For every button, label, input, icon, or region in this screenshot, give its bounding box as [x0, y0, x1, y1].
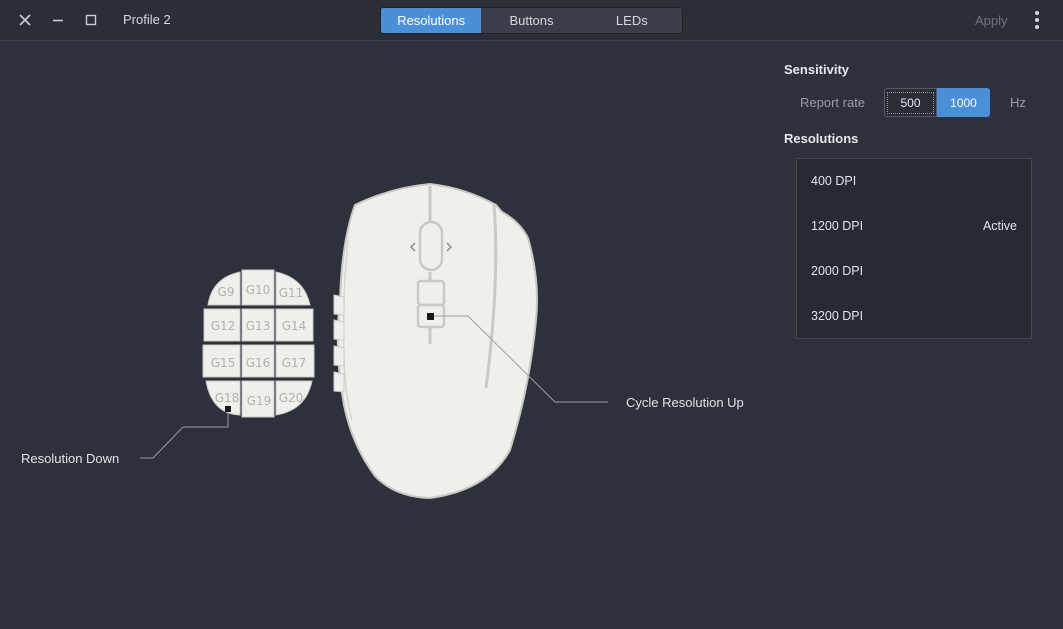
- resolution-active-label: Active: [982, 219, 1017, 233]
- resolutions-list: 400 DPI 1200 DPI Active 2000 DPI 3200 DP…: [796, 158, 1032, 339]
- minimize-icon: [53, 19, 63, 22]
- window-title: Profile 2: [123, 12, 171, 27]
- scroll-wheel: [418, 220, 444, 272]
- tab-buttons[interactable]: Buttons: [481, 8, 581, 33]
- apply-button[interactable]: Apply: [975, 13, 1008, 28]
- resolution-down-marker: [225, 406, 231, 412]
- maximize-icon: [85, 14, 97, 26]
- dpi-button-upper: [416, 279, 446, 307]
- resolution-down-label: Resolution Down: [21, 451, 120, 466]
- key-g9[interactable]: G9: [218, 285, 235, 299]
- cycle-resolution-marker: [427, 313, 434, 320]
- sensitivity-heading: Sensitivity: [784, 62, 850, 77]
- mouse-diagram: G9 G10 G11 G12 G13 G14 G15 G16 G17 G18 G…: [140, 182, 608, 500]
- key-g17[interactable]: G17: [282, 356, 307, 370]
- close-icon: [19, 14, 31, 26]
- key-g11[interactable]: G11: [279, 286, 304, 300]
- vertical-dots-icon: [1027, 11, 1047, 29]
- report-rate-500-label: 500: [887, 91, 934, 114]
- resolution-value: 1200 DPI: [811, 219, 864, 233]
- resolution-row-1200[interactable]: 1200 DPI Active: [797, 204, 1031, 249]
- report-rate-1000-button[interactable]: 1000: [937, 88, 990, 117]
- resolutions-heading: Resolutions: [784, 131, 859, 146]
- key-g14[interactable]: G14: [282, 319, 307, 333]
- close-button[interactable]: [13, 8, 37, 32]
- header-bar: Profile 2 Resolutions Buttons LEDs Apply: [0, 0, 1063, 41]
- key-g16[interactable]: G16: [246, 356, 271, 370]
- resolution-value: 400 DPI: [811, 174, 857, 188]
- report-rate-label: Report rate: [800, 95, 866, 110]
- tab-resolutions[interactable]: Resolutions: [381, 8, 482, 33]
- key-g20[interactable]: G20: [279, 391, 304, 405]
- key-g15[interactable]: G15: [211, 356, 236, 370]
- view-switcher: Resolutions Buttons LEDs: [380, 7, 683, 34]
- key-g10[interactable]: G10: [246, 283, 271, 297]
- minimize-button[interactable]: [46, 8, 70, 32]
- menu-button[interactable]: [1027, 8, 1047, 32]
- resolution-row-2000[interactable]: 2000 DPI: [797, 249, 1031, 294]
- resolution-down-leader: [140, 412, 229, 459]
- key-g18[interactable]: G18: [215, 391, 240, 405]
- key-g19[interactable]: G19: [247, 394, 272, 408]
- resolution-value: 2000 DPI: [811, 264, 864, 278]
- tab-leds[interactable]: LEDs: [582, 8, 682, 33]
- report-rate-500-button[interactable]: 500: [884, 88, 937, 117]
- key-g13[interactable]: G13: [246, 319, 271, 333]
- resolution-row-3200[interactable]: 3200 DPI: [797, 294, 1031, 339]
- resolution-row-400[interactable]: 400 DPI: [797, 159, 1031, 204]
- side-keypad: G9 G10 G11 G12 G13 G14 G15 G16 G17 G18 G…: [202, 269, 315, 418]
- key-g12[interactable]: G12: [211, 319, 236, 333]
- maximize-button[interactable]: [79, 8, 103, 32]
- report-rate-unit: Hz: [1010, 95, 1026, 110]
- cycle-resolution-up-label: Cycle Resolution Up: [626, 395, 744, 410]
- resolution-value: 3200 DPI: [811, 309, 864, 323]
